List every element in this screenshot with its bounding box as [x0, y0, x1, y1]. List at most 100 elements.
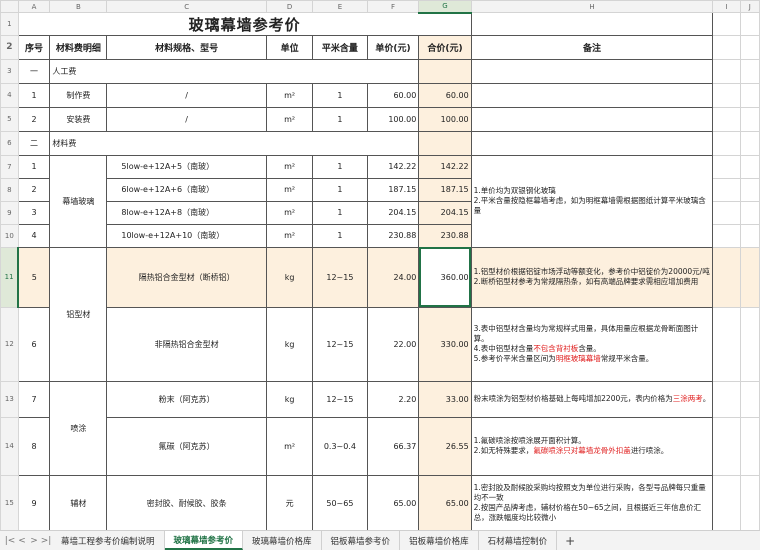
add-sheet-icon[interactable]: +: [557, 531, 583, 550]
column-header[interactable]: H: [470, 0, 714, 13]
cell-unit[interactable]: 元: [265, 474, 314, 530]
cell-total[interactable]: 142.22: [418, 154, 472, 179]
header-qty[interactable]: 平米含量: [312, 34, 368, 60]
cell[interactable]: [739, 34, 760, 60]
cell-unit[interactable]: m²: [265, 416, 314, 476]
sheet-tab[interactable]: 石材幕墙控制价: [479, 531, 558, 550]
group-alu[interactable]: 铝型材: [49, 246, 108, 382]
cell[interactable]: [739, 416, 760, 476]
row-header[interactable]: 13: [0, 380, 19, 418]
cell[interactable]: [739, 58, 760, 84]
row-header[interactable]: 1: [0, 12, 19, 36]
cell-seq[interactable]: 8: [17, 416, 51, 476]
cell-total[interactable]: 230.88: [418, 223, 472, 248]
cell-unit[interactable]: m²: [265, 106, 314, 132]
cell-unit[interactable]: m²: [265, 154, 314, 179]
cell-price[interactable]: 142.22: [366, 154, 420, 179]
cell[interactable]: [712, 177, 741, 202]
cell-unit[interactable]: m²: [265, 177, 314, 202]
cell-total[interactable]: 100.00: [418, 106, 472, 132]
cell-qty[interactable]: 50~65: [312, 474, 368, 530]
cell[interactable]: [418, 130, 472, 156]
cell[interactable]: [739, 223, 760, 248]
cell-seq[interactable]: 4: [17, 223, 51, 248]
first-sheet-icon[interactable]: |<: [4, 536, 16, 546]
column-header[interactable]: I: [712, 0, 741, 13]
cell-total[interactable]: 65.00: [418, 474, 472, 530]
cell-price[interactable]: 230.88: [366, 223, 420, 248]
cell[interactable]: [712, 246, 741, 308]
cell-spec[interactable]: 密封胶、耐候胶、胶条: [106, 474, 267, 530]
header-price[interactable]: 单价(元): [366, 34, 420, 60]
cell-price[interactable]: 66.37: [366, 416, 420, 476]
cell-unit[interactable]: m²: [265, 200, 314, 225]
row-header[interactable]: 3: [0, 58, 19, 84]
cell-spec[interactable]: 5low-e+12A+5（南玻）: [106, 154, 267, 179]
cell[interactable]: [739, 154, 760, 179]
cell[interactable]: [712, 416, 741, 476]
column-header[interactable]: E: [312, 0, 368, 13]
cell-spec[interactable]: /: [106, 106, 267, 132]
cell-total[interactable]: 60.00: [418, 82, 472, 108]
cell-seq[interactable]: 2: [17, 177, 51, 202]
cell-qty[interactable]: 1: [312, 223, 368, 248]
spreadsheet-grid[interactable]: A B C D E F G H I J 1 玻璃幕墙参考价 2 序号 材料费明细…: [0, 0, 760, 530]
cell-seq[interactable]: 7: [17, 380, 51, 418]
cell[interactable]: [418, 58, 472, 84]
cell-price[interactable]: 60.00: [366, 82, 420, 108]
cell-spec[interactable]: 隔热铝合金型材（断桥铝）: [106, 246, 267, 308]
section-name[interactable]: 人工费: [49, 58, 420, 84]
cell[interactable]: [712, 34, 741, 60]
cell-price[interactable]: 22.00: [366, 306, 420, 382]
cell-qty[interactable]: 1: [312, 177, 368, 202]
cell[interactable]: [739, 200, 760, 225]
header-seq[interactable]: 序号: [17, 34, 51, 60]
header-spec[interactable]: 材料规格、型号: [106, 34, 267, 60]
cell[interactable]: [739, 306, 760, 382]
cell[interactable]: [712, 306, 741, 382]
cell-total[interactable]: 204.15: [418, 200, 472, 225]
group-glass[interactable]: 幕墙玻璃: [49, 154, 108, 248]
header-material[interactable]: 材料费明细: [49, 34, 108, 60]
cell-qty[interactable]: 0.3~0.4: [312, 416, 368, 476]
row-header[interactable]: 4: [0, 82, 19, 108]
cell-seq[interactable]: 9: [17, 474, 51, 530]
cell-spec[interactable]: 氟碳（阿克苏）: [106, 416, 267, 476]
cell[interactable]: [712, 12, 741, 36]
row-header[interactable]: 6: [0, 130, 19, 156]
column-header[interactable]: J: [739, 0, 760, 13]
cell[interactable]: [712, 130, 741, 156]
cell[interactable]: [739, 130, 760, 156]
sheet-tab[interactable]: 铝板幕墙价格库: [400, 531, 479, 550]
cell-seq[interactable]: 3: [17, 200, 51, 225]
cell-qty[interactable]: 12~15: [312, 246, 368, 308]
cell[interactable]: [712, 106, 741, 132]
row-header[interactable]: 14: [0, 416, 19, 476]
row-header[interactable]: 5: [0, 106, 19, 132]
cell-spec[interactable]: 6low-e+12A+6（南玻）: [106, 177, 267, 202]
note-aux[interactable]: 1.密封胶及耐候胶采购均按照支为单位进行采购，各型号品牌每只重量均不一致 2.按…: [470, 474, 714, 530]
cell-spec[interactable]: 10low-e+12A+10（南玻）: [106, 223, 267, 248]
cell[interactable]: [712, 82, 741, 108]
cell-total[interactable]: 330.00: [418, 306, 472, 382]
cell-unit[interactable]: kg: [265, 246, 314, 308]
prev-sheet-icon[interactable]: <: [16, 536, 28, 546]
sheet-tab[interactable]: 铝板幕墙参考价: [322, 531, 401, 550]
cell[interactable]: [739, 106, 760, 132]
cell-price[interactable]: 204.15: [366, 200, 420, 225]
cell-seq[interactable]: 6: [17, 306, 51, 382]
cell-total[interactable]: 26.55: [418, 416, 472, 476]
cell-seq[interactable]: 5: [17, 246, 51, 308]
sheet-tab[interactable]: 玻璃幕墙价格库: [243, 531, 322, 550]
cell-spec[interactable]: 粉末（阿克苏）: [106, 380, 267, 418]
cell[interactable]: [712, 380, 741, 418]
note-alu-6[interactable]: 3.表中铝型材含量均为常规样式用量，具体用量应根据龙骨断面图计算。 4.表中铝型…: [470, 306, 714, 382]
cell[interactable]: [712, 223, 741, 248]
cell-qty[interactable]: 1: [312, 200, 368, 225]
cell[interactable]: [470, 58, 714, 84]
cell[interactable]: [712, 474, 741, 530]
header-unit[interactable]: 单位: [265, 34, 314, 60]
cell-price[interactable]: 65.00: [366, 474, 420, 530]
cell[interactable]: [470, 12, 714, 36]
header-total[interactable]: 合价(元): [418, 34, 472, 60]
